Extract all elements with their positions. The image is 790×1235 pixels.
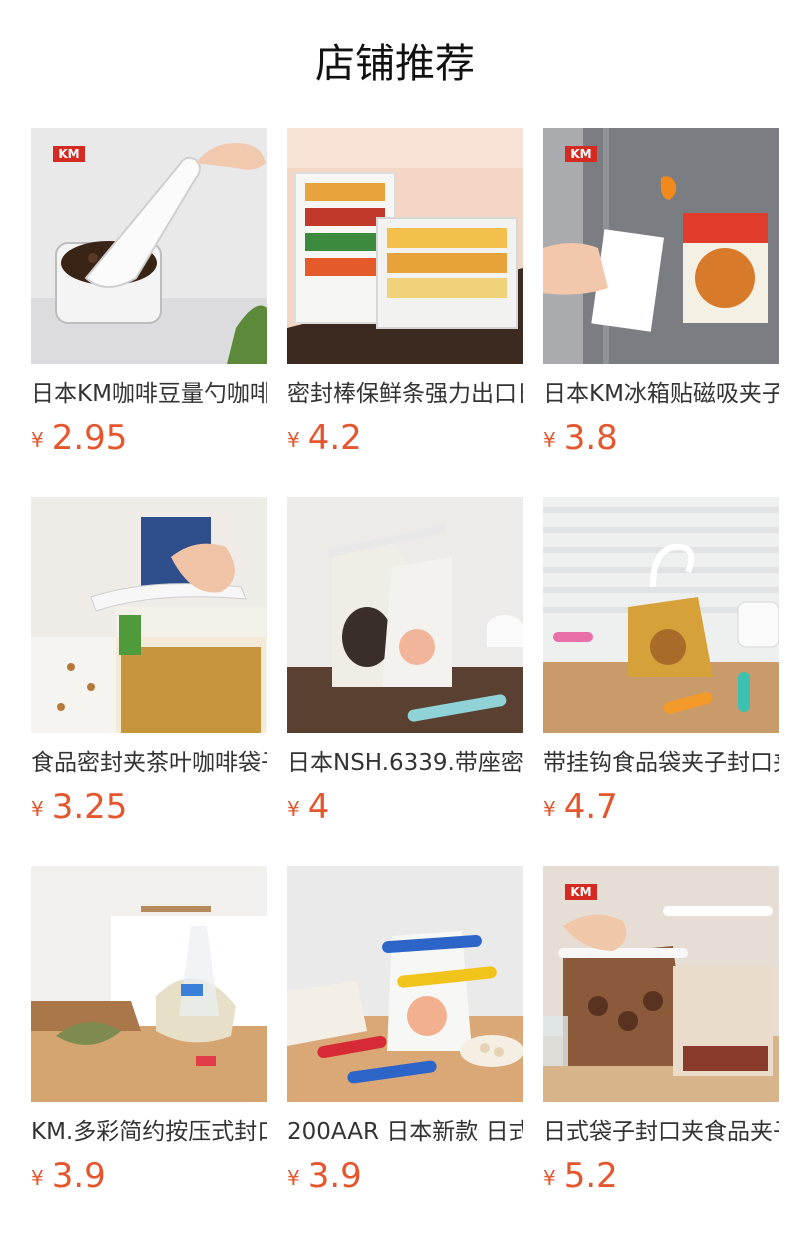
product-card[interactable]: KM.多彩简约按压式封口夹 ¥3.9 <box>31 866 267 1235</box>
product-image[interactable] <box>287 128 523 364</box>
product-card[interactable]: 日本NSH.6339.带座密封夹 ¥4 <box>287 497 523 866</box>
product-card[interactable]: 200AAR 日本新款 日式夹子 ¥3.9 <box>287 866 523 1235</box>
product-image[interactable] <box>31 866 267 1102</box>
product-name[interactable]: 日本KM冰箱贴磁吸夹子 <box>543 378 779 410</box>
product-price: ¥3.9 <box>287 1154 362 1198</box>
currency-symbol: ¥ <box>31 797 44 821</box>
product-image[interactable]: KM <box>31 128 267 364</box>
product-name[interactable]: KM.多彩简约按压式封口夹 <box>31 1116 267 1148</box>
currency-symbol: ¥ <box>543 797 556 821</box>
product-card[interactable]: KM 日本KM冰箱贴磁吸夹子 ¥3.8 <box>543 128 779 497</box>
product-price: ¥4.7 <box>543 785 618 829</box>
product-name[interactable]: 食品密封夹茶叶咖啡袋子 <box>31 747 267 779</box>
price-value: 2.95 <box>51 418 128 458</box>
product-card[interactable]: 食品密封夹茶叶咖啡袋子 ¥3.25 <box>31 497 267 866</box>
product-image[interactable] <box>543 497 779 733</box>
product-price: ¥4.2 <box>287 416 362 460</box>
product-price: ¥2.95 <box>31 416 127 460</box>
product-name[interactable]: 带挂钩食品袋夹子封口夹 <box>543 747 779 779</box>
product-price: ¥4 <box>287 785 329 829</box>
price-value: 3.25 <box>51 787 128 827</box>
product-card[interactable]: KM 日式袋子封口夹食品夹子 ¥5.2 <box>543 866 779 1235</box>
product-name[interactable]: 密封棒保鲜条强力出口日本 <box>287 378 523 410</box>
product-price: ¥5.2 <box>543 1154 618 1198</box>
product-image[interactable] <box>31 497 267 733</box>
price-value: 4.7 <box>563 787 618 827</box>
product-name[interactable]: 日式袋子封口夹食品夹子 <box>543 1116 779 1148</box>
price-value: 4.2 <box>307 418 362 458</box>
product-price: ¥3.9 <box>31 1154 106 1198</box>
currency-symbol: ¥ <box>31 428 44 452</box>
product-name[interactable]: 日本NSH.6339.带座密封夹 <box>287 747 523 779</box>
product-price: ¥3.25 <box>31 785 127 829</box>
product-grid: KM 日本KM咖啡豆量勺咖啡粉勺 ¥2.95 密封棒保鲜条 <box>31 128 779 1235</box>
currency-symbol: ¥ <box>287 797 300 821</box>
currency-symbol: ¥ <box>543 428 556 452</box>
product-name[interactable]: 日本KM咖啡豆量勺咖啡粉勺 <box>31 378 267 410</box>
product-image[interactable] <box>287 866 523 1102</box>
section-title: 店铺推荐 <box>315 41 475 87</box>
price-value: 3.9 <box>51 1156 106 1196</box>
product-image[interactable]: KM <box>543 866 779 1102</box>
price-value: 4 <box>307 787 330 827</box>
price-value: 3.8 <box>563 418 618 458</box>
price-value: 5.2 <box>563 1156 618 1196</box>
product-image[interactable]: KM <box>543 128 779 364</box>
currency-symbol: ¥ <box>31 1166 44 1190</box>
brand-logo: KM <box>565 884 597 900</box>
price-value: 3.9 <box>307 1156 362 1196</box>
product-card[interactable]: 带挂钩食品袋夹子封口夹 ¥4.7 <box>543 497 779 866</box>
product-price: ¥3.8 <box>543 416 618 460</box>
brand-logo: KM <box>53 146 85 162</box>
currency-symbol: ¥ <box>287 1166 300 1190</box>
brand-logo: KM <box>565 146 597 162</box>
product-card[interactable]: 密封棒保鲜条强力出口日本 ¥4.2 <box>287 128 523 497</box>
product-card[interactable]: KM 日本KM咖啡豆量勺咖啡粉勺 ¥2.95 <box>31 128 267 497</box>
product-image[interactable] <box>287 497 523 733</box>
product-name[interactable]: 200AAR 日本新款 日式夹子 <box>287 1116 523 1148</box>
currency-symbol: ¥ <box>287 428 300 452</box>
currency-symbol: ¥ <box>543 1166 556 1190</box>
